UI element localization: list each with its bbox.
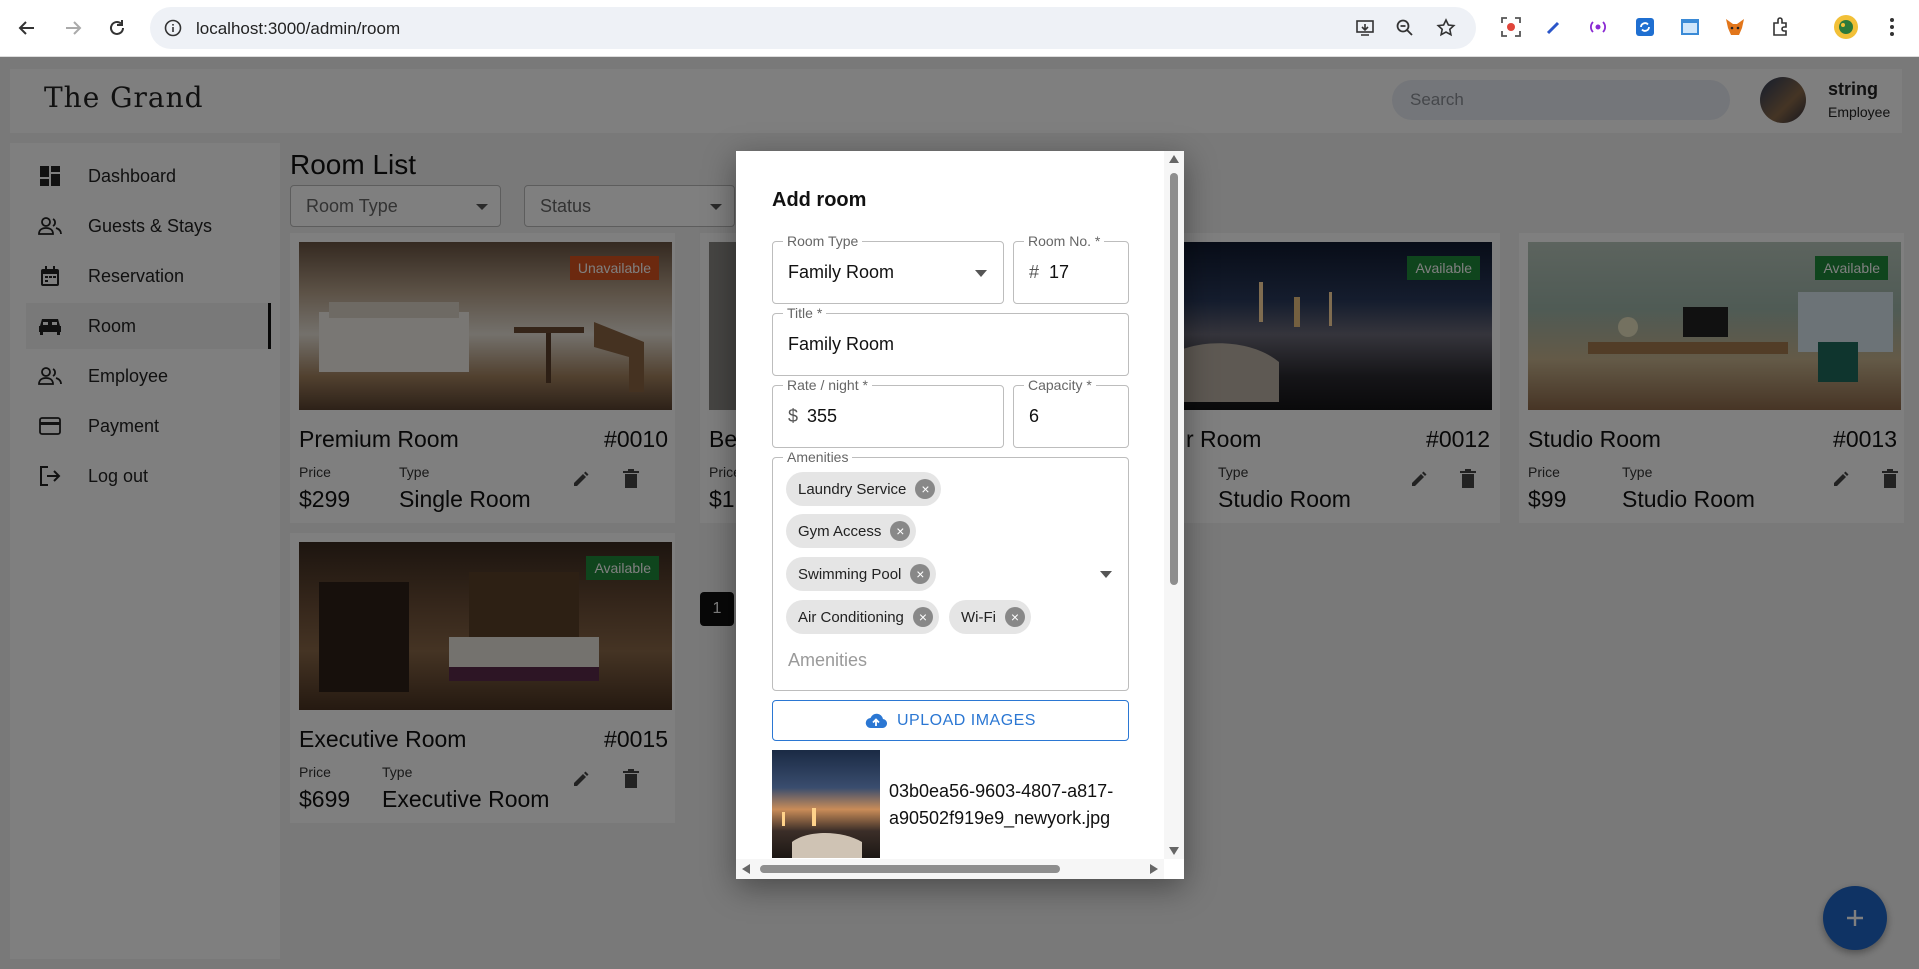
hash-prefix: # — [1029, 262, 1040, 282]
amenity-chip[interactable]: Swimming Pool × — [786, 557, 937, 591]
dollar-prefix: $ — [788, 406, 799, 426]
reload-icon — [110, 20, 124, 35]
back-button[interactable] — [9, 10, 45, 46]
scroll-right-arrow-icon[interactable] — [1150, 864, 1158, 874]
upload-images-label: UPLOAD IMAGES — [897, 711, 1036, 729]
address-bar[interactable]: localhost:3000/admin/room — [150, 7, 1476, 49]
capacity-label: Capacity * — [1024, 377, 1096, 393]
forward-arrow-icon — [66, 21, 82, 35]
chip-label: Wi-Fi — [961, 608, 996, 626]
amenity-chip[interactable]: Gym Access × — [786, 514, 917, 548]
window-extension-icon[interactable] — [1677, 14, 1703, 40]
screenshot-extension-icon[interactable] — [1498, 14, 1524, 40]
room-type-select[interactable]: Room Type Family Room — [772, 233, 1004, 304]
amenity-chip[interactable]: Wi-Fi × — [949, 600, 1031, 634]
chip-label: Gym Access — [798, 522, 882, 540]
capacity-input[interactable]: Capacity * 6 — [1013, 377, 1129, 448]
upload-images-button[interactable]: UPLOAD IMAGES — [772, 700, 1129, 741]
install-app-icon[interactable] — [1354, 17, 1376, 39]
rate-label: Rate / night * — [783, 377, 872, 393]
add-room-dialog: Add room Room Type Family Room Room No. … — [736, 151, 1184, 879]
rate-value: 355 — [807, 406, 838, 426]
bookmark-star-icon[interactable] — [1435, 17, 1457, 39]
chevron-down-icon — [975, 270, 987, 277]
chevron-down-icon — [1100, 571, 1112, 578]
amenity-chip[interactable]: Laundry Service × — [786, 472, 942, 506]
amenities-placeholder[interactable]: Amenities — [788, 650, 867, 671]
chip-remove-icon[interactable]: × — [1004, 607, 1025, 627]
vertical-scroll-thumb[interactable] — [1170, 173, 1178, 585]
fox-wallet-extension-icon[interactable] — [1722, 14, 1748, 40]
scroll-up-arrow-icon[interactable] — [1169, 155, 1179, 163]
sync-extension-icon[interactable] — [1632, 14, 1658, 40]
pen-extension-icon[interactable] — [1541, 14, 1567, 40]
rate-input[interactable]: Rate / night * $ 355 — [772, 377, 1004, 448]
zoom-icon[interactable] — [1394, 17, 1416, 39]
chip-label: Air Conditioning — [798, 608, 904, 626]
chip-label: Swimming Pool — [798, 565, 902, 583]
forward-button[interactable] — [55, 10, 91, 46]
dialog-vertical-scrollbar[interactable] — [1164, 151, 1184, 859]
room-type-value: Family Room — [788, 262, 895, 282]
title-label: Title * — [783, 305, 827, 321]
capacity-value: 6 — [1029, 406, 1040, 426]
amenities-select[interactable]: Amenities Laundry Service × Gym Access ×… — [772, 449, 1129, 691]
browser-toolbar: localhost:3000/admin/room — [0, 0, 1919, 57]
room-number-value: 17 — [1049, 262, 1070, 282]
title-value: Family Room — [788, 334, 895, 354]
profile-avatar-icon[interactable] — [1833, 14, 1859, 40]
chip-label: Laundry Service — [798, 480, 907, 498]
room-number-label: Room No. * — [1024, 233, 1105, 249]
chip-remove-icon[interactable]: × — [912, 607, 933, 627]
reload-button[interactable] — [99, 10, 135, 46]
browser-menu-icon[interactable] — [1879, 14, 1905, 40]
dialog-title: Add room — [772, 189, 867, 211]
scroll-left-arrow-icon[interactable] — [742, 864, 750, 874]
room-number-input[interactable]: Room No. * # 17 — [1013, 233, 1129, 304]
back-arrow-icon — [18, 21, 34, 35]
site-info-icon[interactable] — [162, 17, 184, 39]
broadcast-extension-icon[interactable] — [1585, 14, 1611, 40]
uploaded-image-thumbnail[interactable] — [772, 750, 880, 858]
cloud-upload-icon — [865, 713, 887, 728]
horizontal-scroll-thumb[interactable] — [760, 865, 1060, 873]
amenity-chip[interactable]: Air Conditioning × — [786, 600, 939, 634]
chip-remove-icon[interactable]: × — [910, 564, 931, 584]
dialog-horizontal-scrollbar[interactable] — [736, 859, 1164, 879]
chip-remove-icon[interactable]: × — [890, 521, 911, 541]
chip-remove-icon[interactable]: × — [915, 479, 936, 499]
amenities-label: Amenities — [783, 449, 853, 465]
url-text: localhost:3000/admin/room — [196, 19, 401, 38]
scroll-down-arrow-icon[interactable] — [1169, 847, 1179, 855]
extensions-puzzle-icon[interactable] — [1768, 14, 1794, 40]
title-input[interactable]: Title * Family Room — [772, 305, 1129, 376]
room-type-label: Room Type — [783, 233, 863, 249]
uploaded-image-filename: 03b0ea56-9603-4807-a817-a90502f919e9_new… — [889, 781, 1114, 828]
